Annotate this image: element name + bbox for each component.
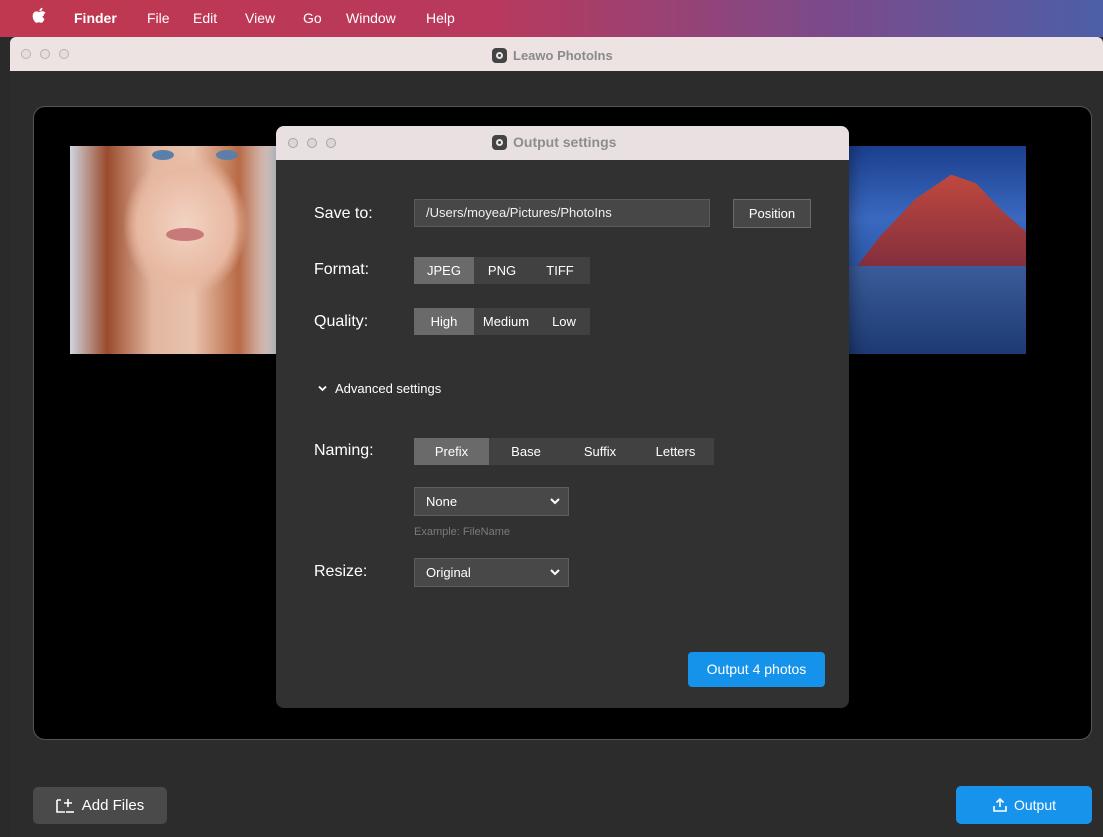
resize-select[interactable]: Original xyxy=(414,558,569,587)
menu-file[interactable]: File xyxy=(147,10,170,26)
menu-window[interactable]: Window xyxy=(346,10,396,26)
output-label: Output xyxy=(1013,797,1057,813)
naming-option-prefix[interactable]: Prefix xyxy=(414,438,489,465)
quality-selector: High Medium Low xyxy=(414,308,590,335)
app-logo-icon xyxy=(492,47,507,63)
chevron-down-icon xyxy=(550,569,560,576)
naming-option-base[interactable]: Base xyxy=(489,438,563,465)
dialog-title-text: Output settings xyxy=(513,134,617,150)
menu-edit[interactable]: Edit xyxy=(193,10,217,26)
eye-shape xyxy=(216,150,238,160)
advanced-settings-label: Advanced settings xyxy=(335,381,442,396)
prefix-select[interactable]: None xyxy=(414,487,569,516)
output-button[interactable]: Output xyxy=(956,786,1092,824)
photo-thumbnail-portrait[interactable] xyxy=(70,146,276,354)
format-option-jpeg[interactable]: JPEG xyxy=(414,257,474,284)
dialog-zoom-button[interactable] xyxy=(326,138,336,148)
format-label: Format: xyxy=(314,261,370,278)
menu-go[interactable]: Go xyxy=(303,10,322,26)
app-title-text: Leawo PhotoIns xyxy=(513,47,613,63)
resize-label: Resize: xyxy=(314,563,368,580)
quality-option-high[interactable]: High xyxy=(414,308,474,335)
quality-option-low[interactable]: Low xyxy=(538,308,590,335)
upload-icon xyxy=(993,797,1007,812)
lips-shape xyxy=(166,228,204,241)
dialog-title: Output settings xyxy=(492,134,616,150)
app-title: Leawo PhotoIns xyxy=(492,46,613,64)
position-button[interactable]: Position xyxy=(733,199,811,228)
naming-selector: Prefix Base Suffix Letters xyxy=(414,438,714,465)
app-titlebar: Leawo PhotoIns xyxy=(10,37,1103,71)
menu-bar: Finder File Edit View Go Window Help xyxy=(0,0,1103,37)
photo-thumbnail-landscape[interactable] xyxy=(848,146,1026,354)
resize-select-value: Original xyxy=(426,565,471,580)
quality-label: Quality: xyxy=(314,313,369,330)
chevron-down-icon xyxy=(318,385,327,392)
menu-view[interactable]: View xyxy=(245,10,275,26)
dialog-titlebar: Output settings xyxy=(276,126,849,160)
quality-option-medium[interactable]: Medium xyxy=(474,308,538,335)
app-logo-icon xyxy=(492,134,507,150)
minimize-window-button[interactable] xyxy=(40,49,50,59)
output-settings-dialog: Output settings Save to: /Users/moyea/Pi… xyxy=(276,126,849,708)
dialog-close-button[interactable] xyxy=(288,138,298,148)
naming-example-text: Example: FileName xyxy=(414,526,510,538)
shore-shape xyxy=(848,266,1026,354)
menu-help[interactable]: Help xyxy=(426,10,455,26)
prefix-select-value: None xyxy=(426,494,458,509)
add-files-icon xyxy=(55,798,74,813)
add-files-button[interactable]: Add Files xyxy=(33,787,167,824)
close-window-button[interactable] xyxy=(21,49,31,59)
chevron-down-icon xyxy=(550,498,560,505)
dialog-minimize-button[interactable] xyxy=(307,138,317,148)
format-option-tiff[interactable]: TIFF xyxy=(530,257,590,284)
eye-shape xyxy=(152,150,174,160)
add-files-label: Add Files xyxy=(81,797,145,814)
format-selector: JPEG PNG TIFF xyxy=(414,257,590,284)
zoom-window-button[interactable] xyxy=(59,49,69,59)
naming-option-letters[interactable]: Letters xyxy=(637,438,714,465)
mountain-shape xyxy=(848,174,1026,278)
naming-label: Naming: xyxy=(314,442,374,459)
save-to-label: Save to: xyxy=(314,205,373,222)
format-option-png[interactable]: PNG xyxy=(474,257,530,284)
naming-option-suffix[interactable]: Suffix xyxy=(563,438,637,465)
advanced-settings-toggle[interactable]: Advanced settings xyxy=(318,381,441,396)
menu-finder[interactable]: Finder xyxy=(74,10,117,26)
save-path-field[interactable]: /Users/moyea/Pictures/PhotoIns xyxy=(414,199,710,227)
apple-icon[interactable] xyxy=(32,7,46,24)
output-photos-button[interactable]: Output 4 photos xyxy=(688,652,825,687)
